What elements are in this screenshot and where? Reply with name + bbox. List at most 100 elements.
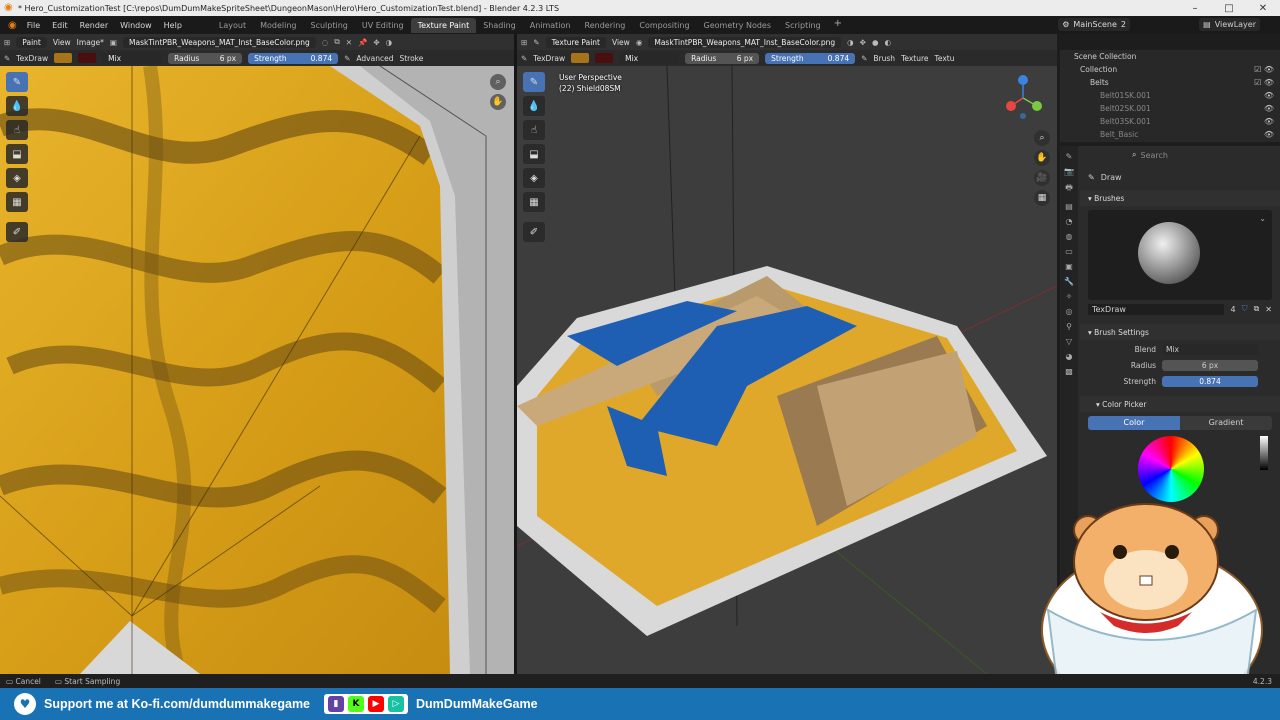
- view-layer-tab-icon[interactable]: ▤: [1065, 202, 1073, 211]
- image-name-field[interactable]: MaskTintPBR_Weapons_MAT_Inst_BaseColor.p…: [123, 36, 316, 48]
- brush-name[interactable]: TexDraw: [533, 54, 565, 63]
- data-tab-icon[interactable]: ▽: [1066, 337, 1072, 346]
- viewport-view-menu[interactable]: View: [612, 38, 630, 47]
- blend-dropdown[interactable]: Mix: [619, 52, 680, 64]
- visibility-eye-icon[interactable]: ☑ 👁: [1254, 78, 1274, 87]
- mask-tool-button[interactable]: ▦: [6, 192, 28, 212]
- modifier-tab-icon[interactable]: 🔧: [1064, 277, 1074, 286]
- color-wheel[interactable]: [1138, 436, 1204, 502]
- editor-type-icon[interactable]: ⊞: [4, 38, 10, 47]
- viewport-gizmo-icon[interactable]: ✥: [860, 38, 866, 47]
- constraints-tab-icon[interactable]: ⚲: [1066, 322, 1072, 331]
- texture-tab-icon[interactable]: ▩: [1065, 367, 1073, 376]
- tab-compositing[interactable]: Compositing: [632, 18, 696, 33]
- smear-tool-button[interactable]: ☝: [6, 120, 28, 140]
- outliner-row[interactable]: Belts ☑ 👁: [1060, 76, 1280, 89]
- stroke-menu[interactable]: Stroke: [399, 54, 423, 63]
- annotate-tool-button[interactable]: ✐: [6, 222, 28, 242]
- visibility-eye-icon[interactable]: 👁: [1264, 104, 1274, 113]
- fill-tool-button[interactable]: ◈: [523, 168, 545, 188]
- editor-type-icon[interactable]: ⊞: [521, 38, 527, 47]
- value-slider[interactable]: [1260, 436, 1268, 470]
- texture-mask-menu[interactable]: Textu: [935, 54, 955, 63]
- color-picker-panel-header[interactable]: ▾ Color Picker: [1080, 396, 1280, 412]
- output-tab-icon[interactable]: 🖶: [1065, 182, 1073, 196]
- clone-tool-button[interactable]: ⬓: [523, 144, 545, 164]
- secondary-color-swatch[interactable]: [595, 53, 614, 63]
- strength-field[interactable]: Strength 0.874: [765, 52, 856, 64]
- visibility-eye-icon[interactable]: ☑ 👁: [1254, 65, 1274, 74]
- visibility-eye-icon[interactable]: 👁: [1264, 130, 1274, 139]
- blend-dropdown[interactable]: Mix: [102, 52, 163, 64]
- soften-tool-button[interactable]: 💧: [6, 96, 28, 116]
- object-tab-icon[interactable]: ▣: [1065, 262, 1073, 271]
- visibility-eye-icon[interactable]: 👁: [1264, 117, 1274, 126]
- scene-tab-icon[interactable]: ◔: [1066, 217, 1073, 226]
- brush-name-field[interactable]: TexDraw: [1088, 303, 1225, 315]
- paint-image-field[interactable]: MaskTintPBR_Weapons_MAT_Inst_BaseColor.p…: [648, 36, 842, 48]
- outliner-row[interactable]: Scene Collection: [1060, 50, 1280, 63]
- paint-mode-dropdown[interactable]: Paint: [16, 36, 47, 48]
- smear-tool-button[interactable]: ☝: [523, 120, 545, 140]
- mask-tool-button[interactable]: ▦: [523, 192, 545, 212]
- viewport-overlay-icon[interactable]: ◑: [847, 38, 854, 47]
- radius-field[interactable]: Radius 6 px: [168, 52, 243, 64]
- visibility-eye-icon[interactable]: 👁: [1264, 91, 1274, 100]
- pin-icon[interactable]: 📌: [358, 38, 367, 47]
- brushes-panel-header[interactable]: ▾ Brushes: [1080, 190, 1280, 206]
- world-tab-icon[interactable]: ◍: [1066, 232, 1073, 241]
- render-tab-icon[interactable]: 📷: [1064, 167, 1074, 176]
- grid-icon[interactable]: ▦: [1034, 190, 1050, 206]
- tab-sculpting[interactable]: Sculpting: [304, 18, 355, 33]
- tab-layout[interactable]: Layout: [212, 18, 253, 33]
- menu-help[interactable]: Help: [158, 21, 188, 30]
- close-image-icon[interactable]: ✕: [346, 38, 352, 47]
- primary-color-swatch[interactable]: [54, 53, 73, 63]
- outliner-row[interactable]: Belt_Basic 👁: [1060, 128, 1280, 141]
- image-editor-canvas[interactable]: ✎ 💧 ☝ ⬓ ◈ ▦ ✐ ⌕ ✋: [0, 66, 514, 674]
- pressure-icon[interactable]: ✎: [344, 54, 350, 63]
- tab-rendering[interactable]: Rendering: [578, 18, 633, 33]
- outliner-row[interactable]: Belt02SK.001 👁: [1060, 102, 1280, 115]
- texture-menu[interactable]: Texture: [901, 54, 928, 63]
- expand-icon[interactable]: ⌄: [1259, 214, 1266, 223]
- color-tab[interactable]: Color: [1088, 416, 1180, 430]
- material-tab-icon[interactable]: ◕: [1066, 352, 1073, 361]
- tab-modeling[interactable]: Modeling: [253, 18, 303, 33]
- tab-geometry-nodes[interactable]: Geometry Nodes: [697, 18, 778, 33]
- unlink-brush-icon[interactable]: ✕: [1265, 305, 1272, 314]
- menu-window[interactable]: Window: [114, 21, 158, 30]
- duplicate-brush-icon[interactable]: ⧉: [1254, 304, 1260, 314]
- 3d-viewport[interactable]: User Perspective (22) Shield08SM ✎ 💧 ☝ ⬓…: [517, 66, 1057, 674]
- blender-menu-icon[interactable]: ◉: [4, 20, 21, 31]
- brush-name[interactable]: TexDraw: [16, 54, 48, 63]
- camera-icon[interactable]: 🎥: [1034, 170, 1050, 186]
- pan-hand-icon[interactable]: ✋: [1034, 150, 1050, 166]
- view-layer-selector[interactable]: ▤ ViewLayer: [1199, 18, 1260, 31]
- new-image-icon[interactable]: ⧉: [334, 37, 339, 47]
- scene-selector[interactable]: ⚙ MainScene 2: [1058, 18, 1130, 31]
- physics-tab-icon[interactable]: ◎: [1066, 307, 1073, 316]
- collection-tab-icon[interactable]: ▭: [1065, 247, 1073, 256]
- close-button[interactable]: ✕: [1246, 3, 1280, 14]
- blend-select[interactable]: Mix: [1162, 343, 1258, 355]
- draw-tool-button[interactable]: ✎: [523, 72, 545, 92]
- primary-color-swatch[interactable]: [571, 53, 590, 63]
- axis-gizmo[interactable]: [1003, 74, 1049, 120]
- radius-field[interactable]: Radius 6 px: [685, 52, 760, 64]
- advanced-menu[interactable]: Advanced: [356, 54, 393, 63]
- secondary-color-swatch[interactable]: [78, 53, 97, 63]
- tab-texture-paint[interactable]: Texture Paint: [410, 17, 477, 33]
- menu-file[interactable]: File: [21, 21, 46, 30]
- tab-animation[interactable]: Animation: [523, 18, 578, 33]
- properties-search[interactable]: ⌕ Search: [1080, 148, 1280, 162]
- shading-material-icon[interactable]: ◐: [885, 38, 892, 47]
- fill-tool-button[interactable]: ◈: [6, 168, 28, 188]
- annotate-tool-button[interactable]: ✐: [523, 222, 545, 242]
- gizmo-icon[interactable]: ✥: [373, 38, 379, 47]
- pan-hand-icon[interactable]: ✋: [490, 94, 506, 110]
- tab-scripting[interactable]: Scripting: [778, 18, 828, 33]
- outliner-row[interactable]: Belt01SK.001 👁: [1060, 89, 1280, 102]
- brush-menu[interactable]: Brush: [873, 54, 895, 63]
- strength-field[interactable]: Strength 0.874: [248, 52, 339, 64]
